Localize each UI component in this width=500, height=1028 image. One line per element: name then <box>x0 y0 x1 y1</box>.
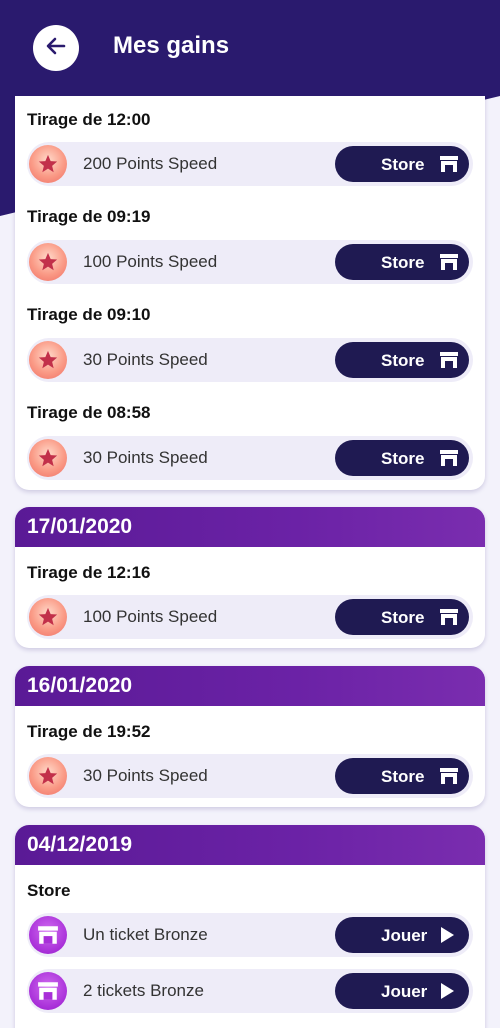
reward-row: 100 Points Speed Store <box>27 595 473 639</box>
store-button[interactable]: Store <box>335 146 469 182</box>
reward-label: 30 Points Speed <box>83 350 208 369</box>
store-button-label: Store <box>381 449 425 468</box>
draw-title: Tirage de 08:58 <box>27 403 151 422</box>
star-coin-icon <box>29 598 67 636</box>
play-button[interactable]: Jouer <box>335 973 469 1009</box>
store-button-label: Store <box>381 608 425 627</box>
store-button[interactable]: Store <box>335 244 469 280</box>
back-button[interactable] <box>33 25 79 71</box>
store-icon <box>439 351 459 374</box>
play-icon <box>439 926 455 949</box>
gain-card: Tirage de 12:00 200 Points Speed Store T… <box>15 70 485 490</box>
play-button[interactable]: Jouer <box>335 917 469 953</box>
store-icon <box>439 767 459 790</box>
store-button[interactable]: Store <box>335 440 469 476</box>
draw-title: Store <box>27 881 71 900</box>
reward-row: 200 Points Speed Store <box>27 142 473 186</box>
store-button-label: Store <box>381 351 425 370</box>
card-date: 16/01/2020 <box>15 666 485 706</box>
gain-card: 17/01/2020 Tirage de 12:16 100 Points Sp… <box>15 507 485 648</box>
store-button-label: Store <box>381 155 425 174</box>
card-date: 04/12/2019 <box>15 825 485 865</box>
reward-label: Un ticket Bronze <box>83 925 208 944</box>
reward-row: 100 Points Speed Store <box>27 240 473 284</box>
store-icon <box>439 253 459 276</box>
reward-label: 2 tickets Bronze <box>83 981 204 1000</box>
page-title: Mes gains <box>113 32 230 59</box>
reward-label: 100 Points Speed <box>83 607 218 626</box>
card-date: 17/01/2020 <box>15 507 485 547</box>
store-button-label: Store <box>381 767 425 786</box>
reward-row: 2 tickets Bronze Jouer <box>27 969 473 1013</box>
reward-label: 30 Points Speed <box>83 448 208 467</box>
store-button[interactable]: Store <box>335 599 469 635</box>
draw-title: Tirage de 09:19 <box>27 207 151 226</box>
play-button-label: Jouer <box>381 926 428 945</box>
star-coin-icon <box>29 341 67 379</box>
gain-card: 04/12/2019 Store Un ticket Bronze Jouer … <box>15 825 485 1028</box>
store-icon <box>439 608 459 631</box>
star-coin-icon <box>29 439 67 477</box>
store-button-label: Store <box>381 253 425 272</box>
store-button[interactable]: Store <box>335 758 469 794</box>
reward-label: 30 Points Speed <box>83 766 208 785</box>
draw-title: Tirage de 12:00 <box>27 110 151 129</box>
store-icon <box>439 155 459 178</box>
store-button[interactable]: Store <box>335 342 469 378</box>
reward-label: 200 Points Speed <box>83 154 218 173</box>
store-badge-icon <box>29 916 67 954</box>
reward-row: Un ticket Bronze Jouer <box>27 913 473 957</box>
reward-row: 30 Points Speed Store <box>27 754 473 798</box>
gain-card: 16/01/2020 Tirage de 19:52 30 Points Spe… <box>15 666 485 807</box>
play-icon <box>439 982 455 1005</box>
store-icon <box>439 449 459 472</box>
store-badge-icon <box>29 972 67 1010</box>
reward-row: 30 Points Speed Store <box>27 338 473 382</box>
play-button-label: Jouer <box>381 982 428 1001</box>
draw-title: Tirage de 19:52 <box>27 722 151 741</box>
star-coin-icon <box>29 243 67 281</box>
app-header: Mes gains <box>0 0 500 96</box>
reward-label: 100 Points Speed <box>83 252 218 271</box>
arrow-left-icon <box>44 34 68 63</box>
draw-title: Tirage de 12:16 <box>27 563 151 582</box>
draw-title: Tirage de 09:10 <box>27 305 151 324</box>
star-coin-icon <box>29 757 67 795</box>
star-coin-icon <box>29 145 67 183</box>
gains-list[interactable]: Tirage de 12:00 200 Points Speed Store T… <box>0 0 500 1028</box>
reward-row: 30 Points Speed Store <box>27 436 473 480</box>
